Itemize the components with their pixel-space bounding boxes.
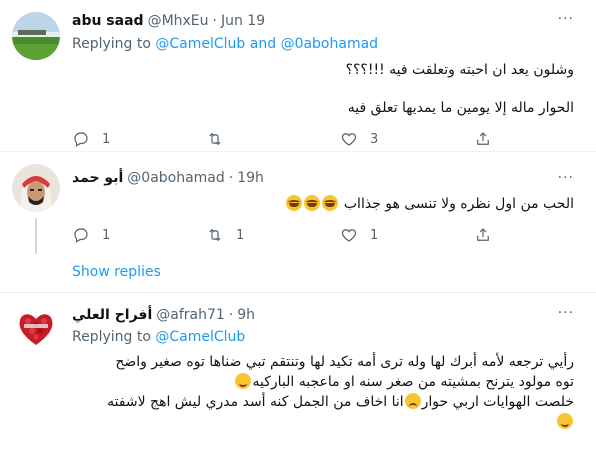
tweet-text-segment: انا اخاف من الجمل كنه أسد مدري ليش اهج ل… xyxy=(107,394,404,410)
tweet-text-line: خلصت الهوايات اربي حوار انا اخاف من الجمل… xyxy=(107,392,574,412)
display-name[interactable]: أبو حمد xyxy=(72,170,123,186)
tweet-text: الحب من اول نظره ولا تنسى هو جذااب xyxy=(285,194,574,214)
reply-count: 1 xyxy=(102,131,111,147)
laughing-emoji-icon xyxy=(286,195,303,211)
laughing-emoji-icon xyxy=(304,195,321,211)
tweet-abu-hamad[interactable]: أبو حمد @0abohamad · 19h ··· الحب من اول… xyxy=(0,152,596,252)
replying-to: Replying to @CamelClub xyxy=(72,329,245,345)
user-handle[interactable]: @afrah71 xyxy=(156,307,225,323)
smile-emoji-icon xyxy=(557,413,573,429)
like-count: 1 xyxy=(370,227,379,243)
share-button[interactable] xyxy=(474,130,492,148)
reply-icon xyxy=(74,132,88,147)
tweet-text-line: الحوار ماله إلا يومين ما يمديها تعلق فيه xyxy=(347,100,574,116)
avatar[interactable] xyxy=(12,164,60,212)
tweet-afrah[interactable]: أفراح العلي @afrah71 · 9h ··· Replying t… xyxy=(0,293,596,474)
like-button[interactable]: 3 xyxy=(340,130,378,148)
user-handle[interactable]: @MhxEu xyxy=(148,13,209,29)
reply-icon xyxy=(74,228,88,243)
confused-emoji-icon xyxy=(404,393,421,409)
replying-to-label: Replying to xyxy=(72,36,151,52)
smirk-emoji-icon xyxy=(235,373,252,389)
user-handle[interactable]: @0abohamad xyxy=(127,170,225,186)
tweet-text-line: توه مولود يترنح بمشيته من صغر سنه او ماع… xyxy=(234,372,574,392)
tweet-actions: 1 3 xyxy=(64,124,504,154)
tweet-text-line: وشلون يعد ان احبته وتعلقت فيه !!!؟؟؟ xyxy=(345,62,574,78)
tweet-actions: 1 1 1 xyxy=(64,220,504,250)
retweet-icon xyxy=(209,132,221,146)
display-name[interactable]: أفراح العلي xyxy=(72,307,152,323)
reply-button[interactable]: 1 xyxy=(72,130,110,148)
avatar-image xyxy=(12,12,60,60)
heart-icon xyxy=(341,133,357,146)
like-button[interactable]: 1 xyxy=(340,226,378,244)
retweet-button[interactable]: 1 xyxy=(206,226,244,244)
separator-dot: · xyxy=(228,307,234,323)
tweet-abu-saad[interactable]: abu saad @MhxEu · Jun 19 ··· Replying to… xyxy=(0,0,596,150)
avatar[interactable] xyxy=(12,12,60,60)
share-button[interactable] xyxy=(474,226,492,244)
tweet-text-segment: توه مولود يترنح بمشيته من صغر سنه او ماع… xyxy=(252,374,574,390)
like-count: 3 xyxy=(370,131,379,147)
retweet-button[interactable] xyxy=(206,130,236,148)
more-options-icon[interactable]: ··· xyxy=(558,170,574,186)
reply-count: 1 xyxy=(102,227,111,243)
more-options-icon[interactable]: ··· xyxy=(558,305,574,321)
avatar[interactable] xyxy=(12,303,60,351)
tweet-header: أبو حمد @0abohamad · 19h xyxy=(72,170,264,186)
heart-icon xyxy=(341,229,357,242)
tweet-header: أفراح العلي @afrah71 · 9h xyxy=(72,307,255,323)
mention-and: and xyxy=(249,36,277,52)
reply-button[interactable]: 1 xyxy=(72,226,110,244)
tweet-text-segment: خلصت الهوايات اربي حوار xyxy=(421,394,574,410)
laughing-emoji-icon xyxy=(322,195,339,211)
display-name[interactable]: abu saad xyxy=(72,13,144,29)
share-icon xyxy=(477,132,489,145)
tweet-text-line xyxy=(556,412,574,432)
separator-dot: · xyxy=(212,13,217,29)
replying-to: Replying to @CamelClub and @0abohamad xyxy=(72,36,378,52)
mention-link[interactable]: @CamelClub xyxy=(155,36,245,52)
mention-link[interactable]: @CamelClub xyxy=(155,329,245,345)
share-icon xyxy=(477,228,489,241)
retweet-count: 1 xyxy=(236,227,245,243)
retweet-icon xyxy=(209,228,221,242)
tweet-header: abu saad @MhxEu · Jun 19 xyxy=(72,13,265,29)
more-options-icon[interactable]: ··· xyxy=(558,11,574,27)
show-replies-link[interactable]: Show replies xyxy=(72,264,161,280)
separator-dot: · xyxy=(228,170,234,186)
mention-link[interactable]: @0abohamad xyxy=(281,36,379,52)
timestamp[interactable]: Jun 19 xyxy=(221,13,265,29)
timestamp[interactable]: 19h xyxy=(237,170,264,186)
avatar-image xyxy=(12,303,60,351)
tweet-text-line: الحب من اول نظره ولا تنسى هو جذااب xyxy=(343,196,574,212)
avatar-image xyxy=(12,164,60,212)
tweet-text-line: رأيي ترجعه لأمه أبرك لها وله ترى أمه تكي… xyxy=(115,354,574,370)
timestamp[interactable]: 9h xyxy=(237,307,255,323)
replying-to-label: Replying to xyxy=(72,329,151,345)
